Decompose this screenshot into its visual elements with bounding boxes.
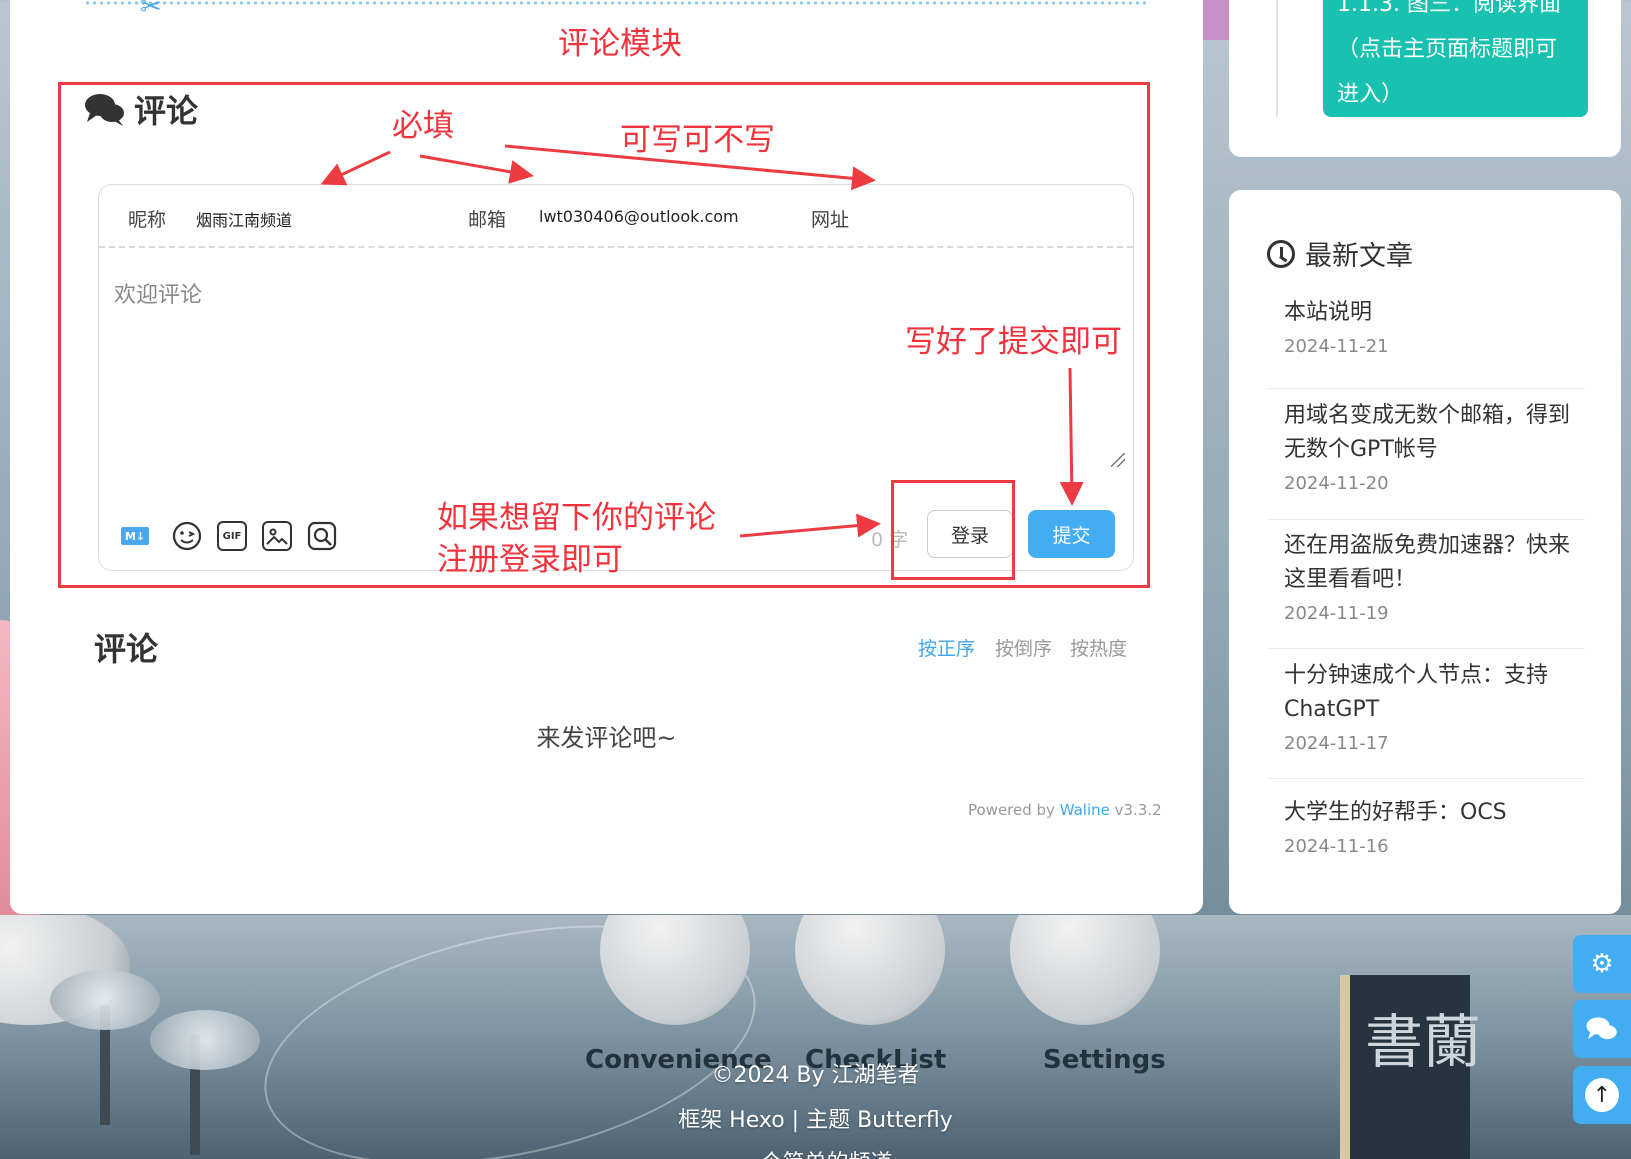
history-icon (1267, 239, 1295, 268)
powered-version: v3.3.2 (1109, 801, 1162, 819)
recent-post-title[interactable]: 十分钟速成个人节点：支持ChatGPT (1284, 659, 1584, 727)
waline-link[interactable]: Waline (1060, 801, 1110, 819)
annotation-module-title: 评论模块 (558, 26, 682, 62)
dotted-divider (84, 0, 1148, 5)
comment-list-title: 评论 (94, 630, 159, 668)
comments-icon (1586, 1017, 1617, 1040)
recent-post-title[interactable]: 用域名变成无数个邮箱，得到无数个GPT帐号 (1284, 399, 1584, 467)
annotation-login-hint-1: 如果想留下你的评论 (437, 500, 716, 536)
annotation-submit-hint: 写好了提交即可 (905, 324, 1122, 360)
annotation-required: 必填 (392, 108, 454, 144)
footer-copyright: ©2024 By 江湖笔者 (711, 1063, 920, 1088)
recent-post-date: 2024-11-16 (1284, 836, 1389, 857)
recent-posts-title: 最新文章 (1305, 241, 1413, 272)
recent-posts-heading: 最新文章 (1267, 234, 1413, 273)
recent-post-date: 2024-11-19 (1284, 603, 1389, 624)
footer-tagline: 一个简单的频道 (0, 1145, 1631, 1159)
divider (1267, 648, 1585, 649)
sort-asc-tab[interactable]: 按正序 (918, 634, 975, 661)
recent-post-item[interactable]: 还在用盗版免费加速器？快来这里看看吧！ 2024-11-19 (1284, 529, 1584, 624)
footer-framework: 框架 Hexo | 主题 Butterfly (678, 1108, 953, 1133)
recent-post-date: 2024-11-21 (1284, 336, 1389, 357)
recent-post-date: 2024-11-20 (1284, 473, 1389, 494)
background-tree (50, 970, 160, 1030)
annotation-login-hint-2: 注册登录即可 (437, 542, 623, 578)
recent-post-item[interactable]: 十分钟速成个人节点：支持ChatGPT 2024-11-17 (1284, 659, 1584, 754)
recent-post-item[interactable]: 大学生的好帮手：OCS 2024-11-16 (1284, 796, 1584, 857)
divider (1267, 388, 1585, 389)
toc-active-line: （点击主页面标题即可 (1337, 37, 1558, 62)
recent-post-title[interactable]: 还在用盗版免费加速器？快来这里看看吧！ (1284, 529, 1584, 597)
sort-desc-tab[interactable]: 按倒序 (995, 634, 1052, 661)
divider (1267, 519, 1585, 520)
recent-post-title[interactable]: 大学生的好帮手：OCS (1284, 796, 1584, 830)
toc-active-line: 进入） (1337, 82, 1404, 107)
scissor-icon: ✂ (140, 0, 162, 22)
divider (1267, 778, 1585, 779)
annotation-optional: 可写可不写 (620, 122, 775, 158)
comments-jump-button[interactable] (1573, 1000, 1631, 1058)
background-circle (795, 915, 945, 1025)
toc-line (1276, 0, 1278, 117)
recent-post-date: 2024-11-17 (1284, 733, 1389, 754)
background-circle (1010, 915, 1160, 1025)
recent-posts-card: 最新文章 本站说明 2024-11-21 用域名变成无数个邮箱，得到无数个GPT… (1229, 190, 1621, 914)
settings-button[interactable]: ⚙ (1573, 935, 1631, 993)
toc-active-item[interactable]: 1.1.3. 图三：阅读界面 （点击主页面标题即可 进入） (1323, 0, 1588, 117)
recent-post-item[interactable]: 用域名变成无数个邮箱，得到无数个GPT帐号 2024-11-20 (1284, 399, 1584, 494)
gear-icon: ⚙ (1590, 949, 1614, 979)
empty-comments-message: 来发评论吧~ (536, 724, 677, 752)
toc-active-line: 1.1.3. 图三：阅读界面 (1337, 0, 1561, 17)
toc-card: 1.1.3. 图三：阅读界面 （点击主页面标题即可 进入） (1229, 0, 1621, 157)
powered-by: Powered by Waline v3.3.2 (968, 801, 1162, 819)
powered-prefix: Powered by (968, 801, 1060, 819)
recent-post-item[interactable]: 本站说明 2024-11-21 (1284, 296, 1584, 357)
annotation-box-login (891, 480, 1015, 580)
sort-hot-tab[interactable]: 按热度 (1070, 634, 1127, 661)
recent-post-title[interactable]: 本站说明 (1284, 296, 1584, 330)
